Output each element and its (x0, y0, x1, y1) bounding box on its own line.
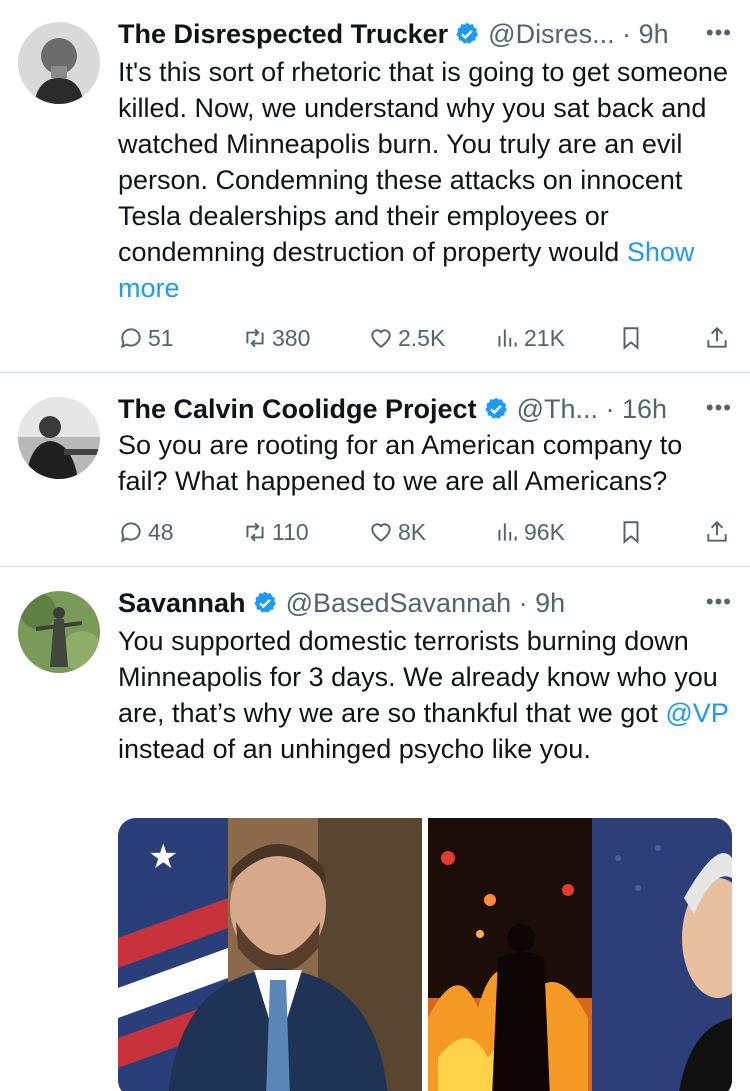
share-button[interactable] (704, 320, 734, 356)
heart-icon (371, 523, 391, 542)
reply-button[interactable]: 48 (118, 514, 174, 550)
like-count: 2.5K (398, 324, 446, 351)
views-button[interactable]: 96K (494, 514, 565, 550)
action-bar: 48 110 8K 96K (118, 514, 732, 550)
bookmark-icon (623, 521, 639, 544)
share-icon (707, 326, 727, 348)
repost-button[interactable]: 110 (242, 514, 309, 550)
media-photo-right[interactable] (428, 818, 732, 1091)
tweet-text-content: It's this sort of rhetoric that is going… (118, 57, 728, 267)
media-photo-left[interactable]: ★ (118, 818, 422, 1091)
repost-count: 110 (272, 518, 309, 545)
repost-icon (246, 328, 264, 348)
repost-icon (246, 522, 264, 542)
reply-icon (120, 522, 141, 543)
view-count: 96K (524, 518, 565, 545)
action-bar: 51 380 2.5K 21K (118, 320, 732, 356)
like-button[interactable]: 2.5K (368, 320, 445, 356)
tweet-header: Savannah @BasedSavannah · 9h ••• (118, 585, 732, 621)
author-handle-and-time[interactable]: @Disres... · 9h (488, 16, 668, 52)
share-icon (707, 520, 727, 542)
bookmark-button[interactable] (618, 320, 648, 356)
share-button[interactable] (704, 514, 734, 550)
author-handle-and-time[interactable]: @BasedSavannah · 9h (286, 585, 566, 621)
timeline-feed: The Disrespected Trucker @Disres... · 9h… (0, 0, 750, 1091)
author-handle-and-time[interactable]: @Th... · 16h (517, 391, 667, 427)
author-name[interactable]: The Disrespected Trucker (118, 16, 448, 52)
bookmark-icon (623, 327, 639, 350)
reply-count: 48 (148, 518, 174, 545)
tweet-text: So you are rooting for an American compa… (118, 427, 738, 499)
tweet-text-before: You supported domestic terrorists burnin… (118, 626, 718, 728)
repost-count: 380 (272, 324, 311, 351)
more-options-icon[interactable]: ••• (696, 391, 732, 427)
reply-icon (120, 328, 141, 349)
like-button[interactable]: 8K (368, 514, 426, 550)
tweet-1[interactable]: The Disrespected Trucker @Disres... · 9h… (0, 0, 750, 372)
verified-badge-icon (253, 591, 276, 613)
more-options-icon[interactable]: ••• (696, 16, 732, 52)
like-count: 8K (398, 518, 427, 545)
author-name[interactable]: Savannah (118, 585, 246, 621)
view-count: 21K (524, 324, 565, 351)
author-name[interactable]: The Calvin Coolidge Project (118, 391, 477, 427)
tweet-header: The Disrespected Trucker @Disres... · 9h… (118, 16, 732, 52)
views-icon (498, 329, 517, 347)
more-options-icon[interactable]: ••• (696, 585, 732, 621)
verified-badge-icon (484, 397, 507, 419)
tweet-text-after: instead of an unhinged psycho like you. (118, 734, 591, 764)
svg-text:★: ★ (148, 837, 178, 877)
tweet-text: You supported domestic terrorists burnin… (118, 623, 738, 767)
tweet-2[interactable]: The Calvin Coolidge Project @Th... · 16h… (0, 373, 750, 566)
repost-button[interactable]: 380 (242, 320, 310, 356)
avatar[interactable] (18, 22, 100, 104)
views-icon (498, 523, 517, 541)
avatar[interactable] (18, 591, 100, 673)
tweet-text: It's this sort of rhetoric that is going… (118, 54, 738, 306)
bookmark-button[interactable] (618, 514, 648, 550)
tweet-media-grid[interactable]: ★ (118, 818, 732, 1091)
verified-badge-icon (456, 22, 479, 44)
tweet-text-content: So you are rooting for an American compa… (118, 430, 683, 496)
reply-count: 51 (148, 324, 174, 351)
tweet-header: The Calvin Coolidge Project @Th... · 16h… (118, 391, 732, 427)
avatar[interactable] (18, 397, 100, 479)
views-button[interactable]: 21K (494, 320, 565, 356)
mention-link[interactable]: @VP (665, 698, 728, 728)
reply-button[interactable]: 51 (118, 320, 174, 356)
heart-icon (371, 329, 391, 348)
